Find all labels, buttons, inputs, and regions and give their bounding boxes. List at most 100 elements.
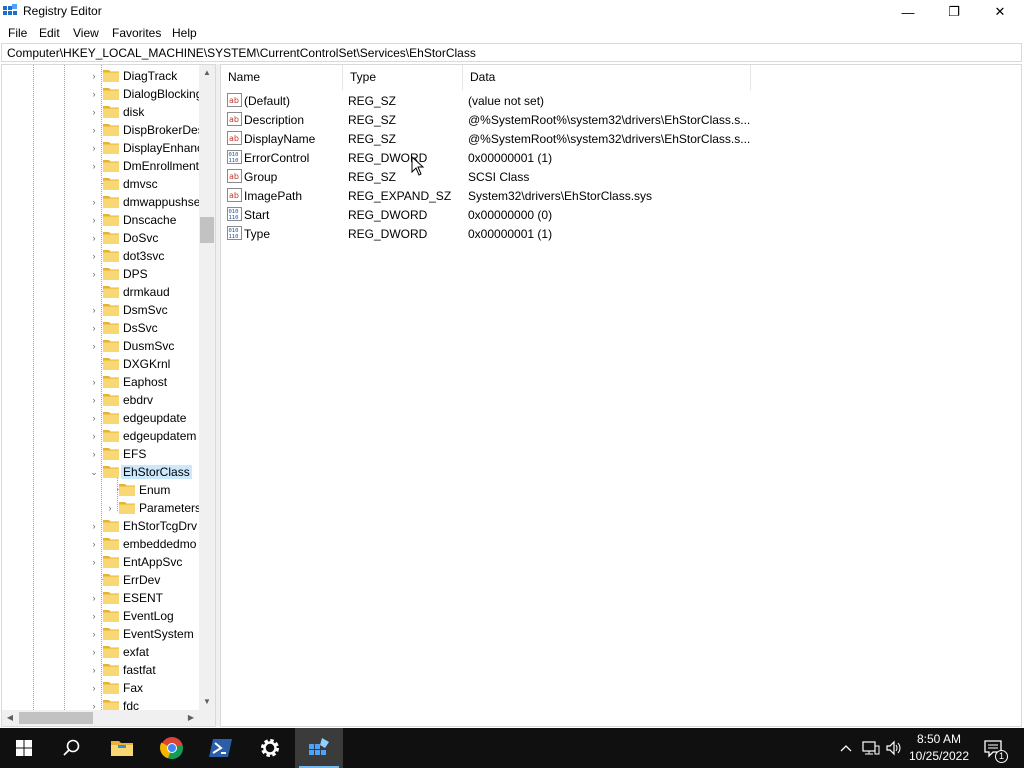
vertical-scroll-thumb[interactable] [200, 217, 214, 243]
tree-item-eaphost[interactable]: › Eaphost [2, 373, 199, 391]
minimize-button[interactable]: — [885, 0, 931, 24]
expand-chevron-icon[interactable]: › [88, 106, 100, 118]
show-hidden-icons-button[interactable] [838, 728, 854, 768]
menu-edit[interactable]: Edit [39, 26, 60, 40]
expand-chevron-icon[interactable]: › [88, 430, 100, 442]
expand-chevron-icon[interactable]: › [88, 412, 100, 424]
tree-item-dssvc[interactable]: › DsSvc [2, 319, 199, 337]
expand-chevron-icon[interactable]: › [88, 214, 100, 226]
tree-item-eventlog[interactable]: › EventLog [2, 607, 199, 625]
tree-item-dxgkrnl[interactable]: DXGKrnl [2, 355, 199, 373]
expand-chevron-icon[interactable]: › [88, 196, 100, 208]
volume-button[interactable] [884, 728, 904, 768]
values-list-pane[interactable]: Name Type Data ab (Default) REG_SZ (value n… [220, 64, 1022, 727]
tree-item-ehstortcgdrv[interactable]: › EhStorTcgDrv [2, 517, 199, 535]
tree-item-eventsystem[interactable]: › EventSystem [2, 625, 199, 643]
maximize-button[interactable]: ❐ [931, 0, 977, 24]
expand-chevron-icon[interactable]: › [88, 664, 100, 676]
tree-item-ebdrv[interactable]: › ebdrv [2, 391, 199, 409]
expand-chevron-icon[interactable]: › [88, 628, 100, 640]
tree-item-fax[interactable]: › Fax [2, 679, 199, 697]
tree-item-dot3svc[interactable]: › dot3svc [2, 247, 199, 265]
value-row-group[interactable]: ab Group REG_SZ SCSI Class [221, 167, 1021, 186]
tree-item-dps[interactable]: › DPS [2, 265, 199, 283]
scroll-right-arrow-icon[interactable]: ▶ [183, 710, 199, 726]
value-row-imagepath[interactable]: ab ImagePath REG_EXPAND_SZ System32\drivers… [221, 186, 1021, 205]
expand-chevron-icon[interactable]: › [88, 520, 100, 532]
expand-chevron-icon[interactable]: › [88, 124, 100, 136]
close-button[interactable]: ✕ [977, 0, 1023, 24]
tree-item-dnscache[interactable]: › Dnscache [2, 211, 199, 229]
column-header-data[interactable]: Data [463, 65, 751, 90]
column-header-name[interactable]: Name [221, 65, 343, 90]
tree-item-dmenrollment[interactable]: › DmEnrollment [2, 157, 200, 175]
tree-item-entappsvc[interactable]: › EntAppSvc [2, 553, 199, 571]
expand-chevron-icon[interactable]: › [88, 340, 100, 352]
tree-item-embeddedmo[interactable]: › embeddedmo [2, 535, 199, 553]
tree-item-esent[interactable]: › ESENT [2, 589, 199, 607]
menu-favorites[interactable]: Favorites [112, 26, 161, 40]
tree-item-displayenhanc[interactable]: › DisplayEnhanc [2, 139, 204, 157]
expand-chevron-icon[interactable]: › [88, 556, 100, 568]
tree-item-dmvsc[interactable]: dmvsc [2, 175, 199, 193]
scroll-left-arrow-icon[interactable]: ◀ [2, 710, 18, 726]
value-row-displayname[interactable]: ab DisplayName REG_SZ @%SystemRoot%\system3… [221, 129, 1021, 148]
tree-horizontal-scrollbar[interactable]: ◀ ▶ [2, 710, 199, 726]
menu-view[interactable]: View [73, 26, 99, 40]
tree-item-dispbrokerdes[interactable]: › DispBrokerDes [2, 121, 204, 139]
tree-item-drmkaud[interactable]: drmkaud [2, 283, 199, 301]
address-bar[interactable]: Computer\HKEY_LOCAL_MACHINE\SYSTEM\Curre… [1, 43, 1022, 62]
expand-chevron-icon[interactable]: › [88, 160, 100, 172]
chrome-button[interactable] [148, 728, 196, 768]
start-button[interactable] [0, 728, 48, 768]
expand-chevron-icon[interactable]: › [88, 142, 100, 154]
tree-item-enum[interactable]: Enum [2, 481, 199, 499]
value-row-errorcontrol[interactable]: 010 110 ErrorControl REG_DWORD 0x00000001 (1… [221, 148, 1021, 167]
tree-item-disk[interactable]: › disk [2, 103, 199, 121]
expand-chevron-icon[interactable]: › [88, 682, 100, 694]
collapse-chevron-icon[interactable]: ⌄ [88, 466, 100, 478]
expand-chevron-icon[interactable]: › [88, 268, 100, 280]
expand-chevron-icon[interactable]: › [88, 538, 100, 550]
expand-chevron-icon[interactable]: › [88, 232, 100, 244]
tree-item-dsmsvc[interactable]: › DsmSvc [2, 301, 199, 319]
expand-chevron-icon[interactable]: › [88, 646, 100, 658]
scroll-down-arrow-icon[interactable]: ▼ [199, 694, 215, 710]
expand-chevron-icon[interactable]: › [88, 304, 100, 316]
horizontal-scroll-thumb[interactable] [19, 712, 93, 724]
expand-chevron-icon[interactable]: › [104, 502, 116, 514]
menu-file[interactable]: File [8, 26, 27, 40]
column-header-type[interactable]: Type [343, 65, 463, 90]
expand-chevron-icon[interactable]: › [88, 592, 100, 604]
tree-item-errdev[interactable]: ErrDev [2, 571, 199, 589]
tree-item-exfat[interactable]: › exfat [2, 643, 199, 661]
tree-item-edgeupdatem[interactable]: › edgeupdatem [2, 427, 199, 445]
menu-help[interactable]: Help [172, 26, 197, 40]
expand-chevron-icon[interactable]: › [88, 70, 100, 82]
value-row-default[interactable]: ab (Default) REG_SZ (value not set) [221, 91, 1021, 110]
expand-chevron-icon[interactable]: › [88, 322, 100, 334]
settings-button[interactable] [246, 728, 294, 768]
key-tree-pane[interactable]: › DiagTrack › DialogBlocking › disk › DispBroke… [1, 64, 216, 727]
clock[interactable]: 8:50 AM 10/25/2022 [906, 731, 972, 765]
scroll-up-arrow-icon[interactable]: ▲ [199, 65, 215, 81]
expand-chevron-icon[interactable]: › [88, 88, 100, 100]
expand-chevron-icon[interactable]: › [88, 250, 100, 262]
tree-item-edgeupdate[interactable]: › edgeupdate [2, 409, 199, 427]
value-row-type[interactable]: 010 110 Type REG_DWORD 0x00000001 (1) [221, 224, 1021, 243]
notification-center-button[interactable]: 1 [980, 728, 1008, 768]
tree-item-dialogblocking[interactable]: › DialogBlocking [2, 85, 203, 103]
tree-item-dusmsvc[interactable]: › DusmSvc [2, 337, 199, 355]
tree-item-efs[interactable]: › EFS [2, 445, 199, 463]
tree-item-dosvc[interactable]: › DoSvc [2, 229, 199, 247]
tree-item-fastfat[interactable]: › fastfat [2, 661, 199, 679]
network-button[interactable] [860, 728, 882, 768]
value-row-description[interactable]: ab Description REG_SZ @%SystemRoot%\system3… [221, 110, 1021, 129]
file-explorer-button[interactable] [98, 728, 146, 768]
search-button[interactable] [48, 728, 96, 768]
tree-vertical-scrollbar[interactable]: ▲ ▼ [199, 65, 215, 710]
tree-item-dmwappushse[interactable]: › dmwappushse [2, 193, 201, 211]
registry-editor-taskbar-button[interactable] [295, 728, 343, 768]
address-path[interactable]: Computer\HKEY_LOCAL_MACHINE\SYSTEM\Curre… [7, 46, 476, 60]
expand-chevron-icon[interactable]: › [88, 610, 100, 622]
